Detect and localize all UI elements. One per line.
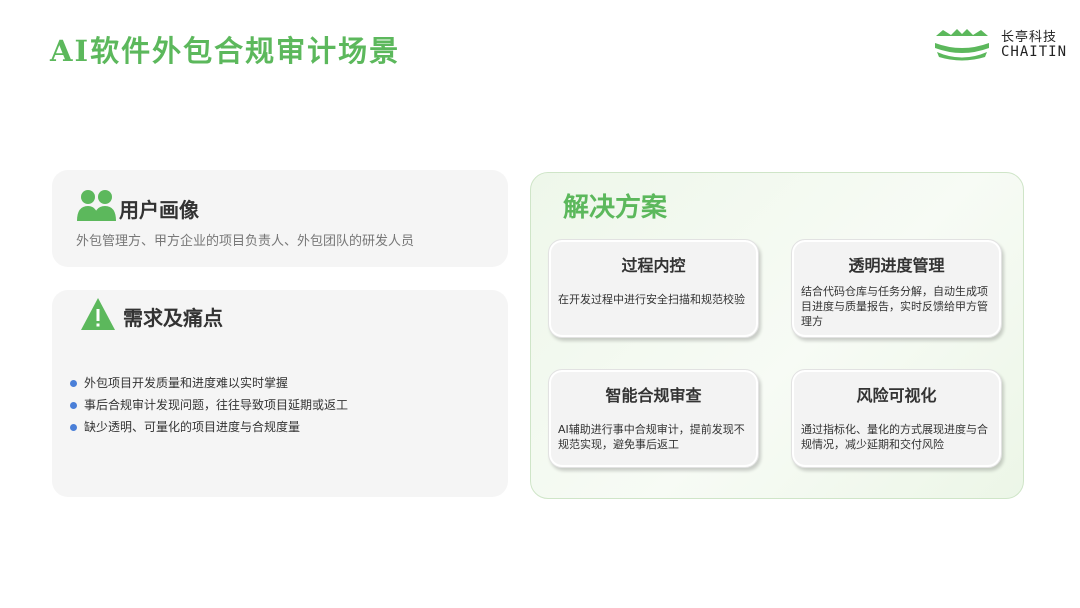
solution-panel: 解决方案 过程内控 在开发过程中进行安全扫描和规范校验 透明进度管理 结合代码仓… xyxy=(530,172,1024,499)
persona-description: 外包管理方、甲方企业的项目负责人、外包团队的研发人员 xyxy=(76,234,415,249)
warning-icon xyxy=(81,298,115,330)
logo-text-en: CHAITIN xyxy=(1001,44,1068,60)
solution-title: 解决方案 xyxy=(563,193,668,223)
solution-card-description: 结合代码仓库与任务分解，自动生成项目进度与质量报告，实时反馈给甲方管理方 xyxy=(801,285,988,328)
solution-card-description: 通过指标化、量化的方式展现进度与合规情况，减少延期和交付风险 xyxy=(801,423,988,451)
logo-text-cn: 长亭科技 xyxy=(1001,30,1058,45)
solution-card-title: 透明进度管理 xyxy=(848,256,945,275)
needs-card: 需求及痛点 外包项目开发质量和进度难以实时掌握 事后合规审计发现问题，往往导致项… xyxy=(52,290,508,497)
needs-title: 需求及痛点 xyxy=(123,306,223,330)
solution-card-description: AI辅助进行事中合规审计，提前发现不规范实现，避免事后返工 xyxy=(558,423,745,451)
solution-card-description: 在开发过程中进行安全扫描和规范校验 xyxy=(558,293,745,306)
company-logo: 长亭科技 CHAITIN xyxy=(933,24,1066,68)
users-icon xyxy=(77,190,116,221)
solution-card-process-control: 过程内控 在开发过程中进行安全扫描和规范校验 xyxy=(548,239,759,338)
solution-card-title: 风险可视化 xyxy=(856,386,937,405)
list-item: 外包项目开发质量和进度难以实时掌握 xyxy=(70,372,348,394)
persona-title: 用户画像 xyxy=(119,198,199,222)
solution-card-progress-management: 透明进度管理 结合代码仓库与任务分解，自动生成项目进度与质量报告，实时反馈给甲方… xyxy=(791,239,1002,338)
solution-card-compliance-review: 智能合规审查 AI辅助进行事中合规审计，提前发现不规范实现，避免事后返工 xyxy=(548,369,759,468)
page-title: AI软件外包合规审计场景 xyxy=(50,34,401,68)
needs-list: 外包项目开发质量和进度难以实时掌握 事后合规审计发现问题，往往导致项目延期或返工… xyxy=(70,372,348,438)
chaitin-logo-icon xyxy=(935,29,989,61)
list-item: 缺少透明、可量化的项目进度与合规度量 xyxy=(70,416,348,438)
solution-card-title: 过程内控 xyxy=(621,256,686,275)
persona-card: 用户画像 外包管理方、甲方企业的项目负责人、外包团队的研发人员 xyxy=(52,170,508,267)
solution-card-risk-visualization: 风险可视化 通过指标化、量化的方式展现进度与合规情况，减少延期和交付风险 xyxy=(791,369,1002,468)
solution-card-title: 智能合规审查 xyxy=(605,386,702,405)
list-item: 事后合规审计发现问题，往往导致项目延期或返工 xyxy=(70,394,348,416)
